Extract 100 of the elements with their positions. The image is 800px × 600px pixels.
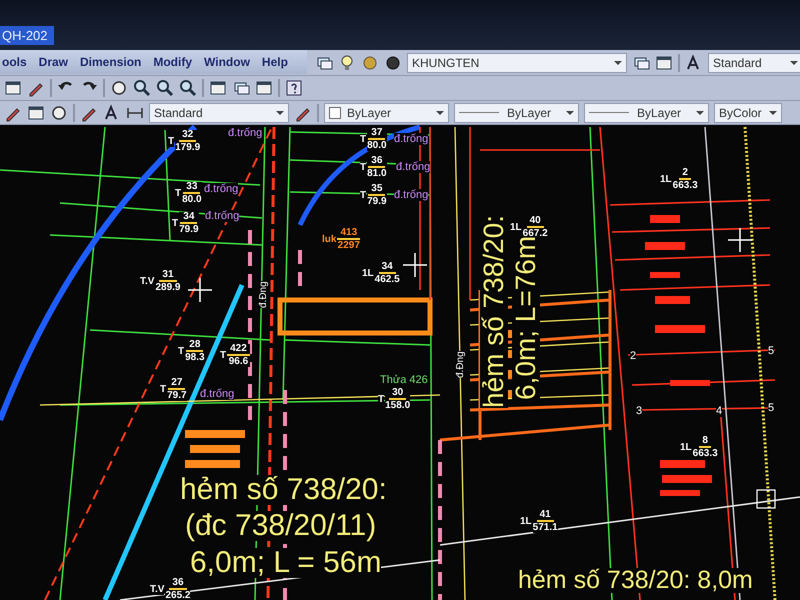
parcel-number: 28 (186, 340, 204, 352)
magnifier-icon[interactable] (179, 79, 197, 97)
help-icon[interactable] (285, 79, 303, 97)
parcel-type: 1L (660, 174, 672, 185)
menu-item[interactable]: Modify (153, 55, 192, 69)
parcel-note: Thửa 426 (380, 374, 428, 386)
parcel-number: 41 (536, 510, 554, 522)
parcel-note: đ.trống (396, 161, 430, 173)
alley-label: hẻm số 738/20: (180, 475, 387, 505)
menu-item[interactable]: Draw (38, 55, 68, 69)
parcel-type: 1L (510, 222, 522, 233)
alley-label: 6,0m; L=76m (512, 236, 540, 400)
dropdown[interactable]: KHUNGTEN (407, 52, 627, 72)
parcel-number: 35 (368, 184, 386, 196)
menu-item[interactable]: Dimension (80, 55, 142, 69)
parcel-area: 79.9 (367, 196, 387, 207)
dropdown[interactable]: ByLayer (324, 102, 449, 122)
parcel-note: đ.trống (205, 210, 240, 222)
magnifier-icon[interactable] (133, 79, 151, 97)
dropdown[interactable]: ByLayer (454, 102, 579, 122)
parcel-area: 2297 (338, 240, 360, 251)
window-icon[interactable] (655, 54, 673, 72)
alley-label: (đc 738/20/11) (185, 511, 376, 541)
circle-icon[interactable] (50, 104, 68, 122)
parcel-type: 1L (680, 442, 692, 453)
parcel-note: đ.Đng (455, 351, 466, 378)
magnifier-icon[interactable] (156, 79, 174, 97)
parcel-number: 40 (526, 216, 544, 228)
parcel-note: đ.trống (204, 183, 238, 195)
parcel-area: 158.0 (385, 400, 410, 411)
parcel-note: đ.trống (228, 127, 262, 139)
parcel-area: 80.0 (367, 140, 387, 151)
parcel-type: T (168, 136, 174, 147)
dropdown[interactable]: ByLayer (584, 102, 709, 122)
parcel-type: T (360, 134, 366, 145)
parcel-number: 36 (368, 156, 386, 168)
vertex-number: 4 (716, 405, 722, 417)
menu-item[interactable]: Window (204, 55, 250, 69)
dropdown[interactable]: ByColor (714, 102, 782, 122)
parcel-area: 80.0 (182, 194, 202, 205)
parcel-area: 289.9 (155, 282, 180, 293)
parcel-area: 96.6 (228, 356, 248, 367)
vertex-number: 3 (636, 405, 642, 417)
parcel-type: T (178, 346, 184, 357)
parcel-area: 571.1 (532, 522, 558, 533)
window-icon[interactable] (27, 104, 45, 122)
window-icon[interactable] (4, 79, 22, 97)
parcel-number: 34 (378, 262, 396, 274)
parcel-note: đ.trống (394, 133, 428, 145)
vertex-number: 5 (768, 402, 774, 414)
vertex-number: 2 (630, 350, 636, 362)
parcel-number: 2 (679, 168, 691, 180)
parcel-number: 34 (180, 212, 198, 224)
parcel-number: 422 (227, 344, 250, 356)
parcel-type: 1L (520, 516, 532, 527)
parcel-number: 30 (389, 388, 406, 400)
menu-item[interactable]: ools (2, 55, 27, 69)
parcel-note: đ.Đng (258, 281, 269, 308)
parcel-note: đ.trống (394, 189, 428, 201)
parcel-number: 413 (337, 228, 360, 240)
parcel-number: 8 (699, 436, 711, 448)
parcel-area: 663.3 (692, 448, 718, 459)
parcel-area: 179.9 (175, 142, 200, 153)
parcel-type: T.V (150, 584, 164, 595)
parcel-type: T (220, 350, 226, 361)
alley-label: hẻm số 738/20: 8,0m (518, 568, 753, 593)
parcel-area: 79.9 (179, 224, 199, 235)
window-title: QH-202 (0, 26, 54, 45)
dropdown[interactable]: Standard (708, 52, 800, 72)
parcel-type: T.V (140, 276, 154, 287)
parcel-area: 79.7 (167, 390, 187, 401)
parcel-area: 663.3 (672, 180, 698, 191)
parcel-type: luk (322, 234, 336, 245)
parcel-number: 31 (159, 270, 177, 282)
parcel-number: 37 (368, 128, 386, 140)
parcel-number: 36 (169, 578, 187, 590)
color-swatch (329, 106, 341, 118)
parcel-type: T (175, 188, 182, 199)
parcel-number: 27 (168, 378, 186, 390)
window-icon[interactable] (255, 79, 273, 97)
sphere-icon[interactable] (384, 54, 402, 72)
parcel-area: 265.2 (165, 590, 190, 600)
parcel-area: 98.3 (185, 352, 205, 363)
parcel-number: 33 (183, 182, 200, 194)
line-sample (459, 112, 499, 113)
vertex-number: 5 (768, 345, 774, 357)
line-sample (589, 112, 629, 113)
parcel-area: 462.5 (374, 274, 400, 285)
dropdown[interactable]: Standard (149, 102, 289, 122)
window-icon[interactable] (209, 79, 227, 97)
menu-item[interactable]: Help (262, 55, 288, 69)
parcel-type: 1L (362, 268, 374, 279)
parcel-type: T (172, 218, 178, 229)
parcel-type: T (360, 190, 366, 201)
parcel-number: 32 (179, 130, 196, 142)
parcel-note: đ.trống (200, 388, 234, 400)
parcel-type: T (360, 162, 366, 173)
alley-label: hẻm số 738/20: (480, 214, 508, 408)
parcel-type: T (160, 384, 166, 395)
circle-icon[interactable] (110, 79, 128, 97)
